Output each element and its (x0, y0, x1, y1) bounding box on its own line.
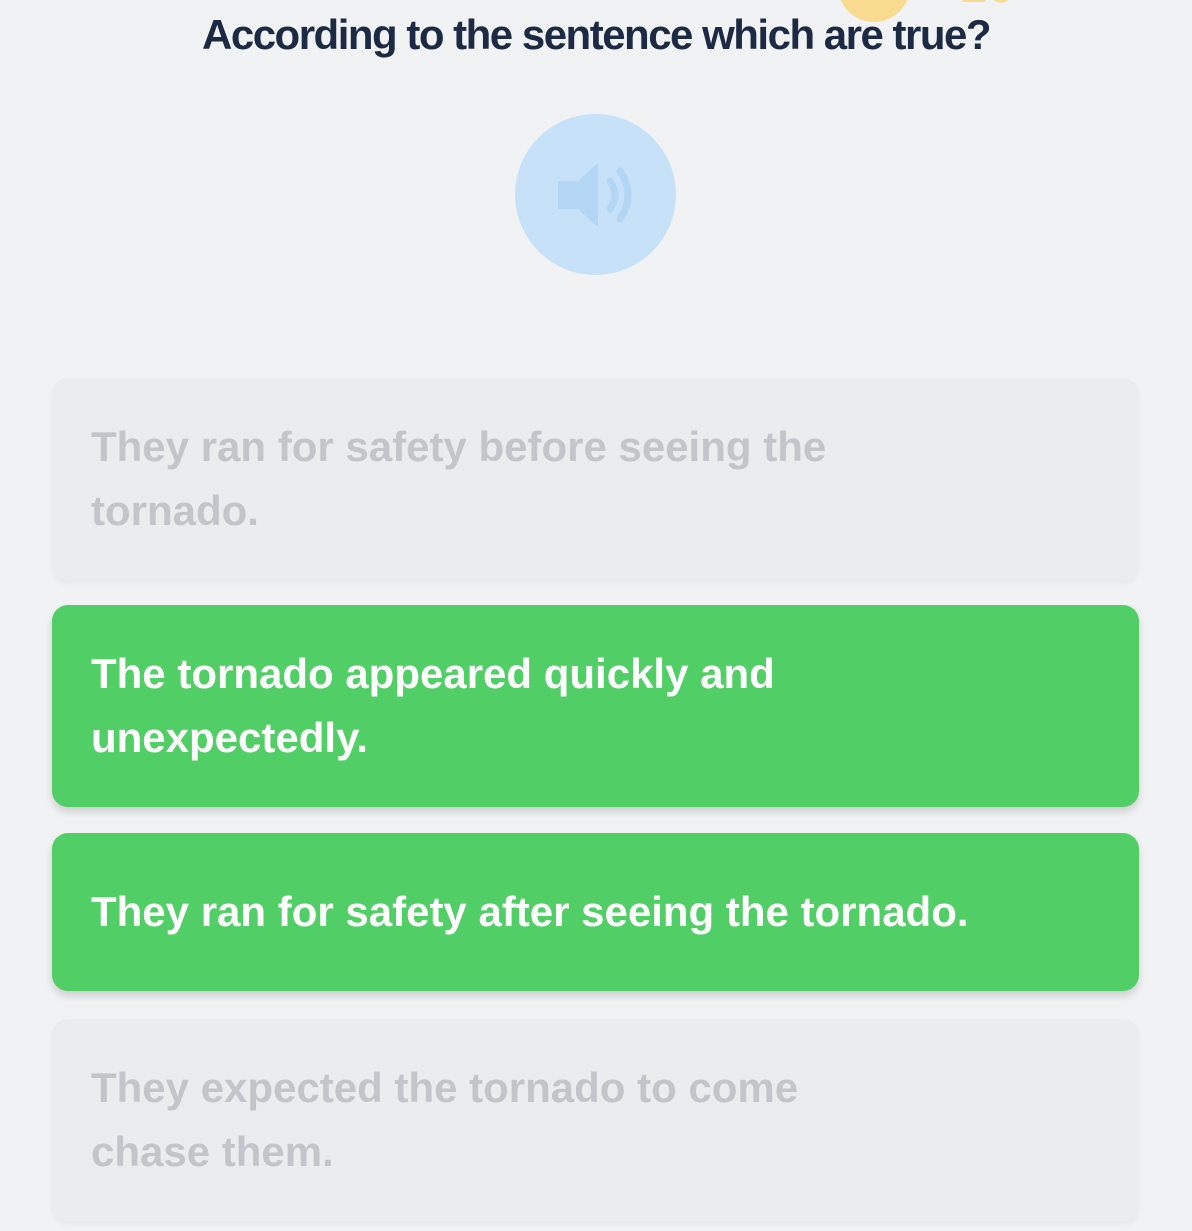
answer-option-4[interactable]: They expected the tornado to come chase … (52, 1019, 1139, 1221)
answer-option-2[interactable]: The tornado appeared quickly and unexpec… (52, 605, 1139, 807)
play-audio-button[interactable] (515, 114, 676, 275)
answer-option-1[interactable]: They ran for safety before seeing the to… (52, 378, 1139, 580)
answer-option-label: They ran for safety after seeing the tor… (91, 888, 969, 935)
speaker-icon (557, 162, 631, 227)
answer-option-label: They expected the tornado to come chase … (91, 1064, 799, 1175)
answer-option-3[interactable]: They ran for safety after seeing the tor… (52, 833, 1139, 991)
answer-option-label: The tornado appeared quickly and unexpec… (91, 650, 775, 761)
answer-option-label: They ran for safety before seeing the to… (91, 423, 827, 534)
question-title: According to the sentence which are true… (202, 11, 992, 58)
